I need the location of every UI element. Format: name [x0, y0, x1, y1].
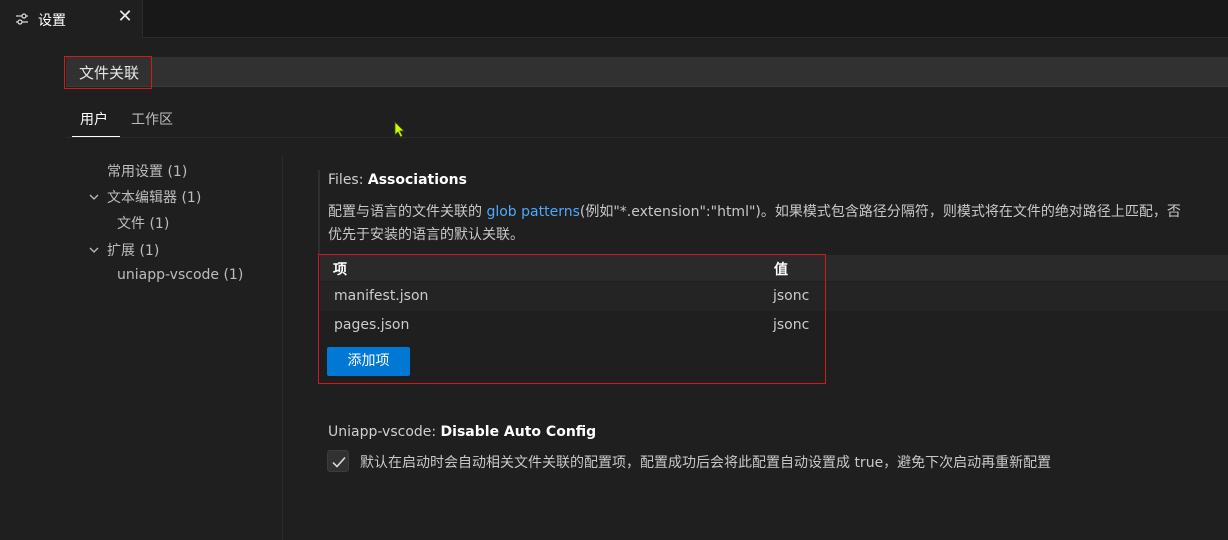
tab-user[interactable]: 用户	[80, 109, 108, 129]
settings-sliders-icon	[14, 11, 30, 27]
checkbox-label: 默认在启动时会自动相关文件关联的配置项，配置成功后会将此配置自动设置成 true…	[360, 455, 1052, 471]
search-value: 文件关联	[79, 64, 140, 82]
check-icon	[332, 457, 346, 468]
setting-focus-bar	[318, 170, 320, 254]
tab-workspace[interactable]: 工作区	[131, 109, 173, 129]
table-cell-value: jsonc	[773, 317, 810, 333]
toc-item-uniapp-vscode[interactable]: uniapp-vscode (1)	[117, 267, 243, 283]
setting-name: Disable Auto Config	[440, 424, 597, 440]
toc-divider	[282, 156, 283, 540]
setting-category: Uniapp-vscode:	[328, 424, 441, 440]
mouse-cursor-icon	[394, 121, 406, 143]
setting-name: Associations	[367, 172, 467, 188]
settings-search-input[interactable]: 文件关联	[66, 57, 1228, 87]
description-text: (例如"*.extension":"html")。如果模式包含路径分隔符，则模式…	[579, 204, 1181, 220]
table-cell-item: manifest.json	[334, 288, 429, 304]
description-text: 配置与语言的文件关联的	[328, 204, 487, 220]
close-icon[interactable]: ✕	[117, 8, 133, 26]
chevron-down-icon[interactable]	[88, 244, 100, 256]
toc-item-files[interactable]: 文件 (1)	[117, 213, 169, 233]
setting-description-line2: 优先于安装的语言的默认关联。	[328, 227, 524, 243]
table-cell-value: jsonc	[773, 288, 810, 304]
column-header-value: 值	[774, 262, 788, 278]
tabs-divider	[66, 137, 1228, 138]
disable-auto-config-checkbox[interactable]	[327, 450, 349, 472]
setting-category: Files:	[328, 172, 368, 188]
setting-description: 配置与语言的文件关联的 glob patterns(例如"*.extension…	[328, 201, 1181, 221]
setting-title-files-associations: Files: Associations	[328, 172, 467, 188]
setting-title-disable-auto-config: Uniapp-vscode: Disable Auto Config	[328, 424, 596, 440]
glob-patterns-link[interactable]: glob patterns	[486, 204, 579, 220]
toc-item-common[interactable]: 常用设置 (1)	[107, 161, 187, 181]
table-cell-item: pages.json	[334, 317, 410, 333]
settings-tab[interactable]: 设置 ✕	[0, 0, 143, 38]
toc-item-extensions[interactable]: 扩展 (1)	[107, 240, 159, 260]
chevron-down-icon[interactable]	[88, 191, 100, 203]
tab-title: 设置	[38, 13, 66, 29]
add-item-button[interactable]: 添加项	[327, 347, 410, 376]
column-header-item: 项	[333, 262, 347, 278]
toc-item-text-editor[interactable]: 文本编辑器 (1)	[107, 187, 201, 207]
editor-tab-bar: 设置 ✕	[0, 0, 1228, 38]
